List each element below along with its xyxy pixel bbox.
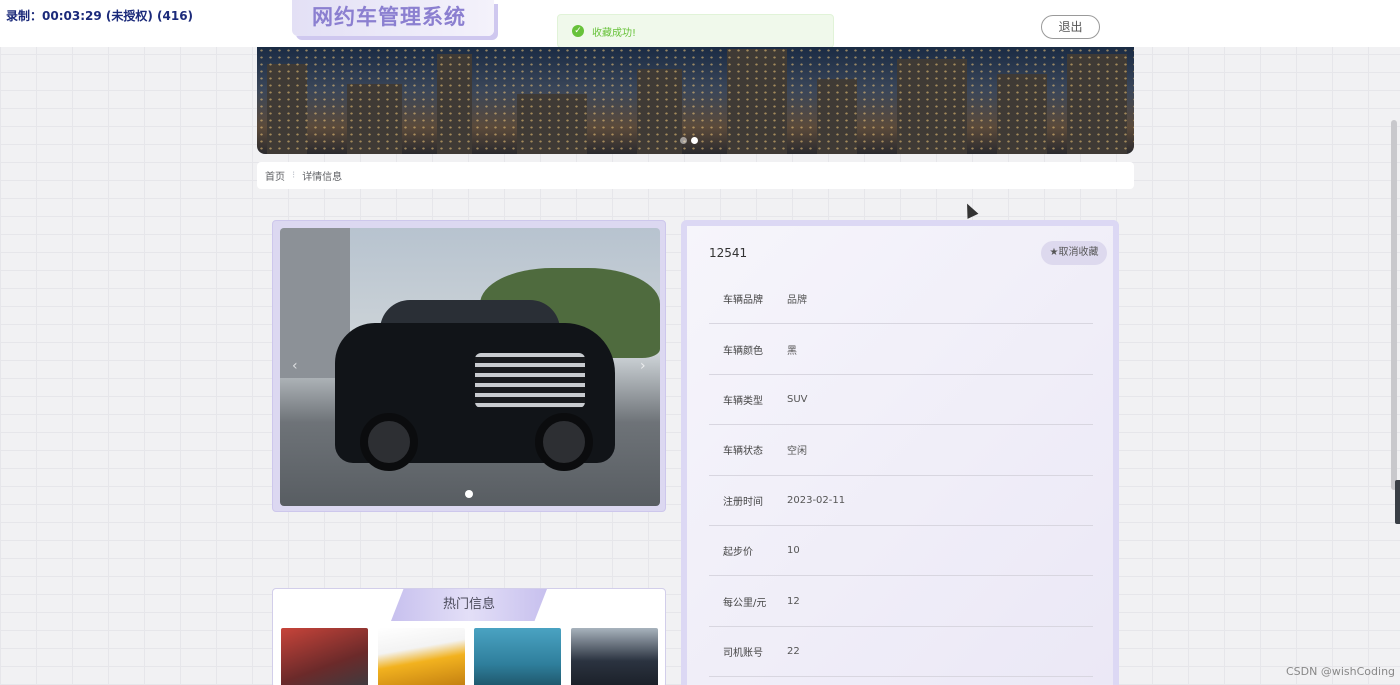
breadcrumb-separator: ⁝ bbox=[292, 170, 296, 181]
banner-dot[interactable] bbox=[680, 137, 687, 144]
field-value: 黑 bbox=[787, 345, 797, 357]
breadcrumb-home[interactable]: 首页 bbox=[265, 168, 285, 183]
field-row: 车辆品牌 品牌 bbox=[709, 274, 1093, 325]
field-label: 车辆品牌 bbox=[723, 295, 763, 307]
breadcrumb: 首页 ⁝ 详情信息 bbox=[257, 162, 1134, 189]
carousel-dot[interactable] bbox=[465, 490, 473, 498]
hot-thumb-yellow-taxi[interactable] bbox=[378, 628, 465, 685]
field-row: 注册时间 2023-02-11 bbox=[709, 476, 1093, 526]
field-row: 每公里/元 12 bbox=[709, 576, 1093, 627]
field-row: 起步价 10 bbox=[709, 526, 1093, 577]
car-grille bbox=[475, 353, 585, 408]
page-scrollbar[interactable] bbox=[1391, 120, 1397, 490]
banner-carousel[interactable] bbox=[257, 47, 1134, 154]
hot-info-title: 热门信息 bbox=[391, 589, 547, 621]
car-image-carousel[interactable]: ‹ › bbox=[280, 228, 660, 506]
detail-fields: 车辆品牌 品牌 车辆颜色 黑 车辆类型 SUV 车辆状态 空闲 注册时间 202… bbox=[709, 274, 1093, 678]
hot-thumb-blue-taxi[interactable] bbox=[474, 628, 561, 685]
field-row: 车辆颜色 黑 bbox=[709, 324, 1093, 375]
detail-id: 12541 bbox=[709, 246, 748, 260]
side-tab[interactable] bbox=[1395, 480, 1400, 524]
field-value: 2023-02-11 bbox=[787, 494, 846, 506]
check-circle-icon: ✓ bbox=[572, 25, 584, 37]
toast-message: 收藏成功! bbox=[592, 27, 637, 39]
field-row: 车辆类型 SUV bbox=[709, 375, 1093, 426]
app-title: 网约车管理系统 bbox=[312, 5, 466, 29]
detail-card: 12541 ★取消收藏 车辆品牌 品牌 车辆颜色 黑 车辆类型 SUV 车辆状态… bbox=[681, 220, 1119, 685]
next-arrow-icon[interactable]: › bbox=[640, 358, 646, 374]
unfavorite-button[interactable]: ★取消收藏 bbox=[1041, 241, 1107, 265]
success-toast: ✓ 收藏成功! bbox=[557, 14, 834, 48]
watermark: CSDN @wishCoding bbox=[1286, 665, 1396, 678]
field-label: 车辆颜色 bbox=[723, 345, 763, 357]
car-image-card: ‹ › bbox=[272, 220, 666, 512]
recording-indicator: 录制：00:03:29 (未授权) (416) bbox=[6, 9, 194, 23]
field-label: 起步价 bbox=[723, 547, 753, 559]
banner-dot-active[interactable] bbox=[691, 137, 698, 144]
field-value: 空闲 bbox=[787, 446, 807, 458]
field-value: 12 bbox=[787, 595, 800, 607]
hot-thumb-red-taxi[interactable] bbox=[281, 628, 368, 685]
field-label: 每公里/元 bbox=[723, 597, 767, 609]
field-value: 10 bbox=[787, 545, 800, 557]
field-label: 司机账号 bbox=[723, 647, 763, 659]
breadcrumb-current: 详情信息 bbox=[302, 172, 343, 183]
field-value: 品牌 bbox=[787, 295, 807, 307]
hot-info-card: 热门信息 bbox=[272, 588, 666, 685]
car-wheel bbox=[535, 413, 593, 471]
logout-button[interactable]: 退出 bbox=[1041, 15, 1100, 39]
hot-thumb-black-cab[interactable] bbox=[571, 628, 658, 685]
app-logo[interactable]: 网约车管理系统 bbox=[292, 0, 494, 36]
car-wheel bbox=[360, 413, 418, 471]
mouse-cursor-icon bbox=[961, 201, 979, 219]
prev-arrow-icon[interactable]: ‹ bbox=[292, 358, 298, 374]
field-row: 车辆状态 空闲 bbox=[709, 425, 1093, 476]
field-value: 22 bbox=[787, 645, 800, 657]
field-label: 车辆类型 bbox=[723, 395, 763, 407]
field-row: 司机账号 22 bbox=[709, 627, 1093, 678]
field-value: SUV bbox=[787, 393, 808, 405]
field-label: 车辆状态 bbox=[723, 446, 763, 458]
field-label: 注册时间 bbox=[723, 496, 763, 508]
